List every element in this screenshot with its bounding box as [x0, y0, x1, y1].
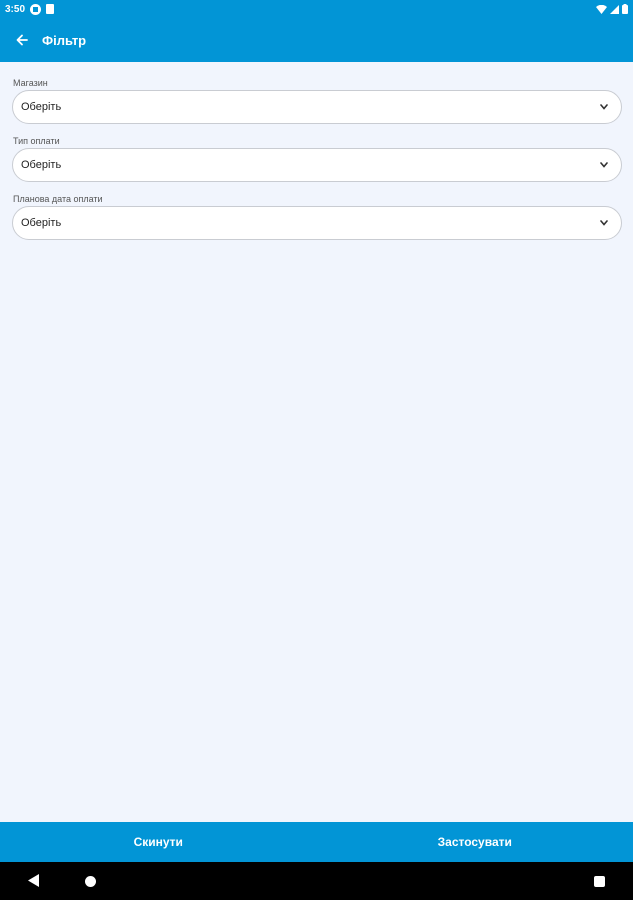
status-time: 3:50	[5, 3, 26, 15]
field-label-planned-payment-date: Планова дата оплати	[13, 194, 103, 204]
status-right	[596, 4, 628, 14]
system-nav-bar	[0, 862, 633, 900]
signal-icon	[610, 4, 619, 14]
planned-payment-date-select[interactable]: Оберіть	[12, 206, 622, 240]
status-bar: 3:50	[0, 0, 633, 18]
page-title: Фільтр	[42, 32, 87, 48]
nav-home-icon[interactable]	[85, 876, 96, 887]
wifi-icon	[596, 4, 607, 14]
arrow-left-icon	[16, 34, 28, 46]
sim-card-icon	[46, 4, 55, 14]
action-bar: Скинути Застосувати	[0, 822, 633, 862]
battery-icon	[622, 4, 628, 14]
chevron-down-icon	[599, 160, 609, 170]
status-left: 3:50	[5, 3, 55, 15]
app-bar: Фільтр	[0, 18, 633, 62]
back-button[interactable]	[12, 30, 32, 50]
chevron-down-icon	[599, 102, 609, 112]
reset-button[interactable]: Скинути	[0, 822, 317, 862]
field-payment-type: Тип оплати Оберіть	[12, 134, 622, 182]
planned-payment-date-select-value: Оберіть	[21, 217, 62, 229]
payment-type-select[interactable]: Оберіть	[12, 148, 622, 182]
payment-type-select-value: Оберіть	[21, 159, 62, 171]
chevron-down-icon	[599, 218, 609, 228]
field-store: Магазин Оберіть	[12, 76, 622, 124]
nav-recent-apps-icon[interactable]	[594, 876, 605, 887]
field-label-payment-type: Тип оплати	[13, 136, 60, 146]
screen: 3:50 Фільтр Магазин Оберіть Тип оплати О…	[0, 0, 633, 900]
field-label-store: Магазин	[13, 78, 48, 88]
apply-button[interactable]: Застосувати	[317, 822, 633, 862]
filter-form: Магазин Оберіть Тип оплати Оберіть Плано…	[12, 76, 622, 250]
app-notification-icon	[30, 3, 42, 15]
field-planned-payment-date: Планова дата оплати Оберіть	[12, 192, 622, 240]
store-select[interactable]: Оберіть	[12, 90, 622, 124]
store-select-value: Оберіть	[21, 101, 62, 113]
nav-back-icon[interactable]	[28, 874, 39, 887]
